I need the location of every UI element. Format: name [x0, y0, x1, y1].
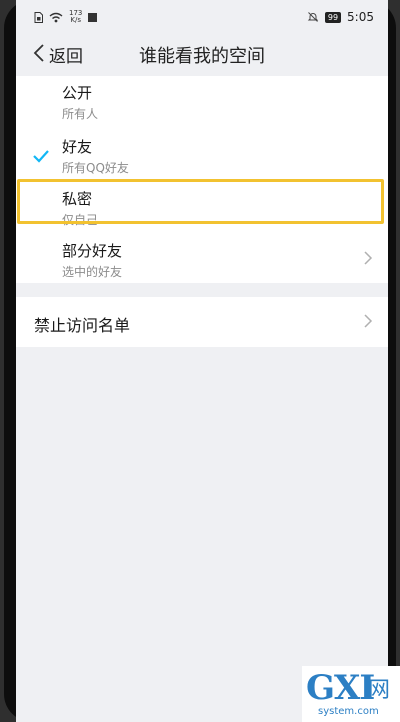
chevron-right-icon: [364, 314, 373, 328]
status-right: 99 5:05: [307, 10, 374, 24]
status-bar: 173 K/s 99 5:05: [16, 0, 388, 34]
option-subtitle: 所有人: [62, 107, 99, 121]
status-left: 173 K/s: [34, 10, 98, 24]
watermark-domain: system.com: [318, 706, 379, 717]
wifi-icon: [49, 12, 63, 22]
option-private[interactable]: 私密 仅自己: [16, 182, 388, 232]
clock: 5:05: [347, 10, 374, 24]
battery-indicator: 99: [324, 11, 342, 23]
option-public[interactable]: 公开 所有人: [16, 76, 388, 126]
blocklist-row[interactable]: 禁止访问名单: [16, 297, 388, 347]
option-title: 部分好友: [62, 242, 123, 260]
page-title: 谁能看我的空间: [139, 46, 265, 67]
option-subtitle: 仅自己: [62, 213, 99, 227]
muted-bell-icon: [307, 12, 319, 22]
option-subtitle: 选中的好友: [62, 265, 123, 279]
option-title: 公开: [62, 84, 93, 102]
watermark-brand: GXI: [306, 668, 375, 708]
option-friends[interactable]: 好友 所有QQ好友: [16, 130, 388, 180]
watermark-net: 网: [368, 678, 391, 703]
option-title: 好友: [62, 138, 93, 156]
sim-card-icon: [34, 11, 43, 23]
option-title: 私密: [62, 190, 93, 208]
option-subtitle: 所有QQ好友: [62, 161, 129, 175]
checkmark-icon: [33, 150, 49, 163]
blocklist-label: 禁止访问名单: [34, 316, 131, 335]
navigation-bar: 返回 谁能看我的空间: [16, 34, 388, 74]
notification-square-icon: [88, 12, 98, 22]
visibility-options-list: 公开 所有人 好友 所有QQ好友 私密 仅自己 部分好友 选中的好友: [16, 76, 388, 283]
chevron-right-icon: [364, 251, 373, 265]
watermark-logo: GXI 网 system.com: [302, 666, 400, 722]
speed-unit: K/s: [70, 16, 81, 24]
option-some-friends[interactable]: 部分好友 选中的好友: [16, 234, 388, 284]
network-speed: 173 K/s: [69, 10, 82, 24]
phone-screen: 173 K/s 99 5:05 返回 谁能看我的空间 公开 所有人 好友 所有Q…: [16, 0, 388, 722]
